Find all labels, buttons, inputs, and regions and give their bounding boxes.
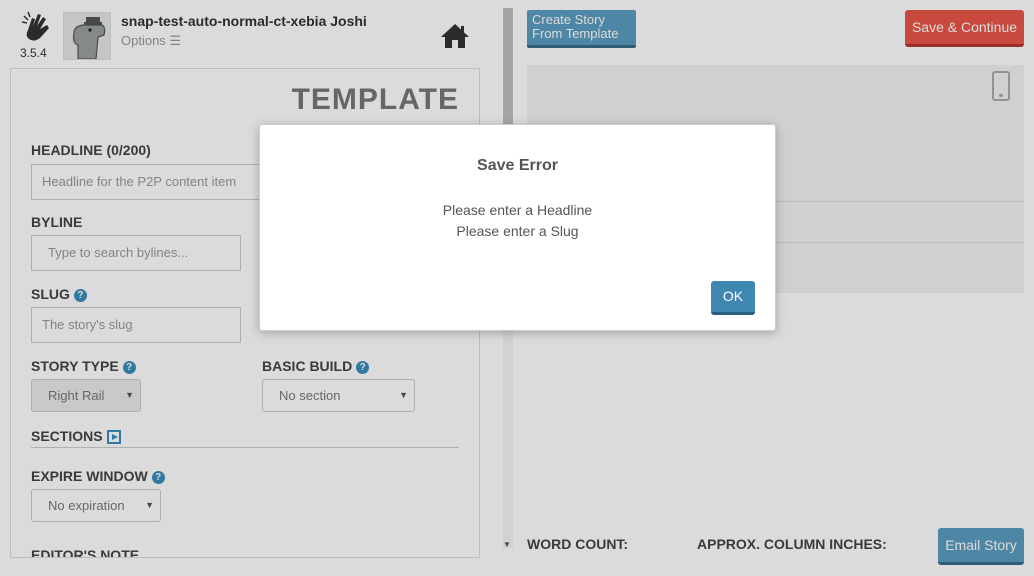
error-message: Please enter a Slug: [456, 223, 579, 239]
dialog-title: Save Error: [477, 157, 558, 174]
error-message: Please enter a Headline: [442, 202, 593, 218]
save-error-dialog: Save Error Please enter a Headline Pleas…: [259, 124, 776, 331]
ok-button[interactable]: OK: [711, 281, 755, 315]
